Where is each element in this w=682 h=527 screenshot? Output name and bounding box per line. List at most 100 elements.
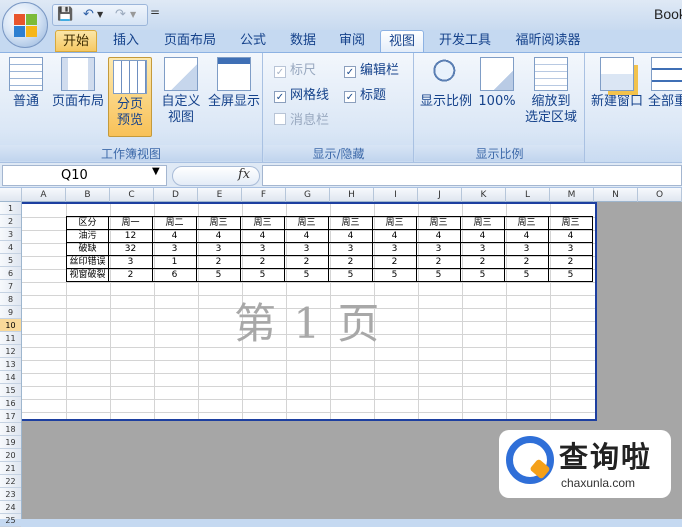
formula-bar-checkbox[interactable]: ✓ 编辑栏 [344, 63, 399, 79]
column-header[interactable]: B [66, 188, 110, 202]
data-table[interactable]: 区分 周一 周二 周三 周三 周三 周三 周三 周三 周三 周三 周三 油污 12 4 4 4 4 4 4 4 4 4 4 破缺… [66, 216, 593, 282]
table-header-cell[interactable]: 周三 [416, 216, 461, 230]
tab-data[interactable]: 数据 [281, 30, 325, 52]
table-cell[interactable]: 4 [460, 229, 505, 243]
table-cell[interactable]: 2 [372, 255, 417, 269]
table-cell[interactable]: 5 [416, 268, 461, 282]
row-header[interactable]: 19 [0, 436, 21, 449]
page-break-preview-button[interactable]: 分页 预览 [108, 57, 152, 137]
table-cell[interactable]: 3 [240, 242, 285, 256]
row-header[interactable]: 5 [0, 254, 21, 267]
row-header[interactable]: 1 [0, 202, 21, 215]
zoom-100-button[interactable]: 100% [477, 57, 517, 110]
row-header[interactable]: 4 [0, 241, 21, 254]
table-header-cell[interactable]: 周二 [152, 216, 197, 230]
row-header[interactable]: 16 [0, 397, 21, 410]
tab-developer[interactable]: 开发工具 [430, 30, 500, 52]
arrange-all-button[interactable]: 全部重 [648, 57, 682, 110]
table-cell[interactable]: 1 [152, 255, 197, 269]
table-cell[interactable]: 2 [196, 255, 241, 269]
table-cell[interactable]: 5 [548, 268, 593, 282]
table-cell[interactable]: 3 [196, 242, 241, 256]
custom-views-button[interactable]: 自定义 视图 [158, 57, 204, 126]
column-header[interactable]: F [242, 188, 286, 202]
table-cell[interactable]: 6 [152, 268, 197, 282]
new-window-button[interactable]: 新建窗口 [588, 57, 646, 110]
table-cell[interactable]: 3 [328, 242, 373, 256]
table-cell[interactable]: 4 [504, 229, 549, 243]
table-cell[interactable]: 2 [108, 268, 153, 282]
undo-icon[interactable]: ↶ [83, 7, 94, 23]
full-screen-button[interactable]: 全屏显示 [206, 57, 262, 110]
column-header[interactable]: H [330, 188, 374, 202]
insert-function-icon[interactable]: fx [238, 167, 250, 182]
formula-input[interactable] [262, 165, 682, 186]
row-header[interactable]: 25 [0, 514, 21, 527]
table-cell[interactable]: 5 [372, 268, 417, 282]
row-header[interactable]: 11 [0, 332, 21, 345]
table-cell[interactable]: 3 [548, 242, 593, 256]
normal-view-button[interactable]: 普通 [6, 57, 46, 110]
row-header[interactable]: 15 [0, 384, 21, 397]
select-all-corner[interactable] [0, 188, 22, 202]
table-cell[interactable]: 2 [328, 255, 373, 269]
row-header[interactable]: 24 [0, 501, 21, 514]
name-box-dropdown-icon[interactable]: ▼ [152, 166, 160, 177]
table-cell[interactable]: 4 [328, 229, 373, 243]
table-cell[interactable]: 32 [108, 242, 153, 256]
table-cell[interactable]: 3 [416, 242, 461, 256]
row-header[interactable]: 6 [0, 267, 21, 280]
tab-foxit-reader[interactable]: 福昕阅读器 [506, 30, 590, 52]
table-header-cell[interactable]: 周三 [504, 216, 549, 230]
headings-checkbox[interactable]: ✓ 标题 [344, 88, 386, 104]
table-cell[interactable]: 2 [548, 255, 593, 269]
ruler-checkbox[interactable]: ✓ 标尺 [274, 63, 316, 79]
gridlines-checkbox[interactable]: ✓ 网格线 [274, 88, 329, 104]
zoom-to-selection-button[interactable]: 缩放到 选定区域 [519, 57, 583, 126]
tab-review[interactable]: 审阅 [330, 30, 374, 52]
table-cell[interactable]: 12 [108, 229, 153, 243]
table-cell[interactable]: 油污 [66, 229, 109, 243]
table-header-cell[interactable]: 周一 [108, 216, 153, 230]
undo-dropdown-icon[interactable]: ▼ [97, 7, 103, 23]
tab-formulas[interactable]: 公式 [231, 30, 275, 52]
table-header-cell[interactable]: 周三 [460, 216, 505, 230]
table-cell[interactable]: 3 [152, 242, 197, 256]
row-header[interactable]: 18 [0, 423, 21, 436]
table-header-cell[interactable]: 周三 [196, 216, 241, 230]
column-header[interactable]: K [462, 188, 506, 202]
tab-insert[interactable]: 插入 [104, 30, 148, 52]
table-cell[interactable]: 4 [240, 229, 285, 243]
row-header[interactable]: 9 [0, 306, 21, 319]
column-header[interactable]: D [154, 188, 198, 202]
table-cell[interactable]: 3 [504, 242, 549, 256]
table-header-cell[interactable]: 周三 [548, 216, 593, 230]
table-cell[interactable]: 丝印错误 [66, 255, 109, 269]
tab-page-layout[interactable]: 页面布局 [155, 30, 225, 52]
column-header[interactable]: J [418, 188, 462, 202]
message-bar-checkbox[interactable]: 消息栏 [274, 113, 329, 129]
table-cell[interactable]: 2 [460, 255, 505, 269]
column-header[interactable]: C [110, 188, 154, 202]
column-header[interactable]: A [22, 188, 66, 202]
table-cell[interactable]: 3 [372, 242, 417, 256]
table-header-cell[interactable]: 周三 [328, 216, 373, 230]
table-cell[interactable]: 4 [284, 229, 329, 243]
row-header[interactable]: 14 [0, 371, 21, 384]
table-cell[interactable]: 2 [240, 255, 285, 269]
table-header-cell[interactable]: 周三 [240, 216, 285, 230]
row-header[interactable]: 13 [0, 358, 21, 371]
redo-dropdown-icon[interactable]: ▼ [130, 7, 136, 23]
column-header[interactable]: G [286, 188, 330, 202]
table-cell[interactable]: 5 [284, 268, 329, 282]
page-layout-view-button[interactable]: 页面布局 [50, 57, 106, 110]
redo-icon[interactable]: ↷ [115, 7, 126, 23]
column-header[interactable]: O [638, 188, 682, 202]
table-cell[interactable]: 5 [328, 268, 373, 282]
table-cell[interactable]: 5 [504, 268, 549, 282]
table-cell[interactable]: 5 [240, 268, 285, 282]
table-cell[interactable]: 4 [196, 229, 241, 243]
tab-view[interactable]: 视图 [380, 30, 424, 52]
row-header[interactable]: 17 [0, 410, 21, 423]
office-button[interactable] [2, 2, 48, 48]
